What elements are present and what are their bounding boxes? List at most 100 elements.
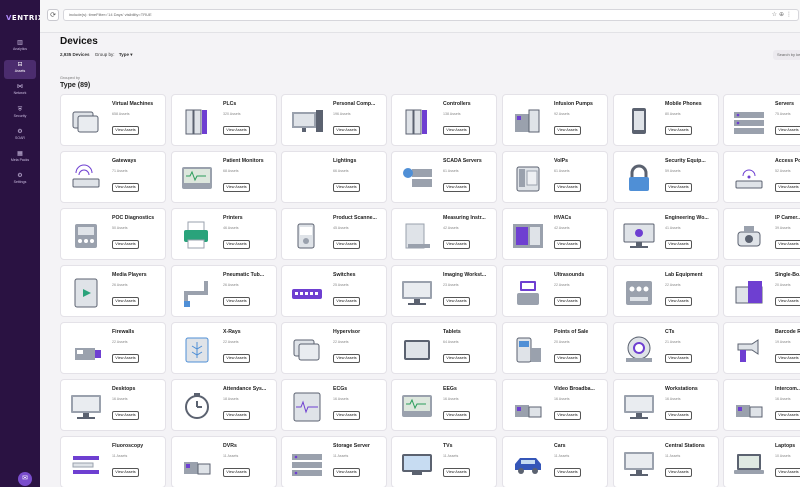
device-type-card[interactable]: Fluoroscopy 11 Assets View Assets <box>60 436 166 487</box>
device-type-card[interactable]: Desktops 16 Assets View Assets <box>60 379 166 431</box>
sidebar-item-analytics[interactable]: ▥ Analytics <box>4 38 36 57</box>
device-type-card[interactable]: Ultrasounds 22 Assets View Assets <box>502 265 608 317</box>
device-type-card[interactable]: Hypervisor 22 Assets View Assets <box>281 322 387 374</box>
device-type-card[interactable]: Intercom... 16 Assets View Assets <box>723 379 800 431</box>
view-assets-button[interactable]: View Assets <box>333 183 360 192</box>
device-type-card[interactable]: Engineering Wo... 41 Assets View Assets <box>613 208 719 260</box>
view-assets-button[interactable]: View Assets <box>443 468 470 477</box>
device-type-card[interactable]: Gateways 71 Assets View Assets <box>60 151 166 203</box>
device-type-card[interactable]: Media Players 26 Assets View Assets <box>60 265 166 317</box>
view-assets-button[interactable]: View Assets <box>554 468 581 477</box>
sidebar-item-soar[interactable]: ⚙ SOAR <box>4 127 36 146</box>
group-by-select[interactable]: Type ▾ <box>119 52 133 57</box>
device-type-card[interactable]: Firewalls 22 Assets View Assets <box>60 322 166 374</box>
view-assets-button[interactable]: View Assets <box>112 297 139 306</box>
view-assets-button[interactable]: View Assets <box>333 297 360 306</box>
view-assets-button[interactable]: View Assets <box>112 354 139 363</box>
device-type-card[interactable]: CTs 21 Assets View Assets <box>613 322 719 374</box>
view-assets-button[interactable]: View Assets <box>443 126 470 135</box>
view-assets-button[interactable]: View Assets <box>775 354 800 363</box>
view-assets-button[interactable]: View Assets <box>554 411 581 420</box>
sidebar-item-settings[interactable]: ⚙ Settings <box>4 171 36 190</box>
browser-action-icons[interactable]: ☆⊕⋮ <box>772 11 794 18</box>
view-assets-button[interactable]: View Assets <box>665 468 692 477</box>
vendor-logo[interactable]: VENTRIX <box>6 14 44 22</box>
view-assets-button[interactable]: View Assets <box>775 411 800 420</box>
device-type-card[interactable]: Video Broadba... 16 Assets View Assets <box>502 379 608 431</box>
view-assets-button[interactable]: View Assets <box>333 126 360 135</box>
view-assets-button[interactable]: View Assets <box>665 411 692 420</box>
device-type-card[interactable]: VoIPs 61 Assets View Assets <box>502 151 608 203</box>
view-assets-button[interactable]: View Assets <box>665 297 692 306</box>
view-assets-button[interactable]: View Assets <box>554 297 581 306</box>
sidebar-item-network[interactable]: ⋈ Network <box>4 82 36 101</box>
device-type-card[interactable]: HVACs 42 Assets View Assets <box>502 208 608 260</box>
view-assets-button[interactable]: View Assets <box>554 183 581 192</box>
device-type-card[interactable]: Laptops 10 Assets View Assets <box>723 436 800 487</box>
device-type-card[interactable]: Barcode R... 19 Assets View Assets <box>723 322 800 374</box>
view-assets-button[interactable]: View Assets <box>665 183 692 192</box>
device-type-card[interactable]: Personal Comp... 196 Assets View Assets <box>281 94 387 146</box>
view-assets-button[interactable]: View Assets <box>223 126 250 135</box>
view-assets-button[interactable]: View Assets <box>665 126 692 135</box>
device-type-card[interactable]: POC Diagnostics 50 Assets View Assets <box>60 208 166 260</box>
view-assets-button[interactable]: View Assets <box>112 468 139 477</box>
view-assets-button[interactable]: View Assets <box>443 240 470 249</box>
device-type-card[interactable]: Single-Bo... 20 Assets View Assets <box>723 265 800 317</box>
device-type-card[interactable]: Cars 11 Assets View Assets <box>502 436 608 487</box>
view-assets-button[interactable]: View Assets <box>443 354 470 363</box>
device-type-card[interactable]: EEGs 16 Assets View Assets <box>391 379 497 431</box>
view-assets-button[interactable]: View Assets <box>775 183 800 192</box>
device-type-card[interactable]: Pneumatic Tub... 26 Assets View Assets <box>171 265 277 317</box>
reload-icon[interactable]: ⟳ <box>47 9 59 21</box>
view-assets-button[interactable]: View Assets <box>112 126 139 135</box>
device-type-card[interactable]: Lab Equipment 22 Assets View Assets <box>613 265 719 317</box>
device-type-card[interactable]: DVRs 11 Assets View Assets <box>171 436 277 487</box>
view-assets-button[interactable]: View Assets <box>443 411 470 420</box>
device-type-card[interactable]: IP Camer... 39 Assets View Assets <box>723 208 800 260</box>
device-type-card[interactable]: Virtual Machines 658 Assets View Assets <box>60 94 166 146</box>
device-type-card[interactable]: Measuring Instr... 42 Assets View Assets <box>391 208 497 260</box>
device-type-card[interactable]: Mobile Phones 80 Assets View Assets <box>613 94 719 146</box>
view-assets-button[interactable]: View Assets <box>112 411 139 420</box>
view-assets-button[interactable]: View Assets <box>554 240 581 249</box>
view-assets-button[interactable]: View Assets <box>333 354 360 363</box>
device-type-card[interactable]: Printers 46 Assets View Assets <box>171 208 277 260</box>
device-type-card[interactable]: X-Rays 22 Assets View Assets <box>171 322 277 374</box>
device-type-card[interactable]: Access Po... 52 Assets View Assets <box>723 151 800 203</box>
view-assets-button[interactable]: View Assets <box>775 126 800 135</box>
view-assets-button[interactable]: View Assets <box>333 240 360 249</box>
device-type-card[interactable]: Imaging Workst... 23 Assets View Assets <box>391 265 497 317</box>
chat-icon[interactable]: ✉ <box>18 472 32 486</box>
view-assets-button[interactable]: View Assets <box>223 240 250 249</box>
view-assets-button[interactable]: View Assets <box>443 183 470 192</box>
sidebar-item-meta-packs[interactable]: ▦ Meta Packs <box>4 149 36 168</box>
view-assets-button[interactable]: View Assets <box>112 240 139 249</box>
view-assets-button[interactable]: View Assets <box>333 468 360 477</box>
device-type-card[interactable]: Lightings 66 Assets View Assets <box>281 151 387 203</box>
address-bar[interactable]: include(s): timeFilter='14 Days' visibil… <box>63 9 799 21</box>
device-type-card[interactable]: SCADA Servers 61 Assets View Assets <box>391 151 497 203</box>
device-type-card[interactable]: Switches 25 Assets View Assets <box>281 265 387 317</box>
device-type-card[interactable]: Points of Sale 20 Assets View Assets <box>502 322 608 374</box>
view-assets-button[interactable]: View Assets <box>665 240 692 249</box>
sidebar-item-assets[interactable]: ⊟ Assets <box>4 60 36 79</box>
view-assets-button[interactable]: View Assets <box>554 354 581 363</box>
device-type-card[interactable]: Security Equip... 59 Assets View Assets <box>613 151 719 203</box>
device-type-card[interactable]: Tablets 64 Assets View Assets <box>391 322 497 374</box>
device-type-card[interactable]: Patient Monitors 68 Assets View Assets <box>171 151 277 203</box>
view-assets-button[interactable]: View Assets <box>223 183 250 192</box>
device-type-card[interactable]: Storage Server 11 Assets View Assets <box>281 436 387 487</box>
device-type-card[interactable]: TVs 11 Assets View Assets <box>391 436 497 487</box>
view-assets-button[interactable]: View Assets <box>112 183 139 192</box>
view-assets-button[interactable]: View Assets <box>554 126 581 135</box>
view-assets-button[interactable]: View Assets <box>223 411 250 420</box>
device-type-card[interactable]: ECGs 16 Assets View Assets <box>281 379 387 431</box>
device-type-card[interactable]: Attendance Sys... 18 Assets View Assets <box>171 379 277 431</box>
view-assets-button[interactable]: View Assets <box>333 411 360 420</box>
view-assets-button[interactable]: View Assets <box>775 240 800 249</box>
view-assets-button[interactable]: View Assets <box>665 354 692 363</box>
device-type-card[interactable]: Controllers 138 Assets View Assets <box>391 94 497 146</box>
device-type-card[interactable]: Product Scanne... 45 Assets View Assets <box>281 208 387 260</box>
view-assets-button[interactable]: View Assets <box>223 468 250 477</box>
